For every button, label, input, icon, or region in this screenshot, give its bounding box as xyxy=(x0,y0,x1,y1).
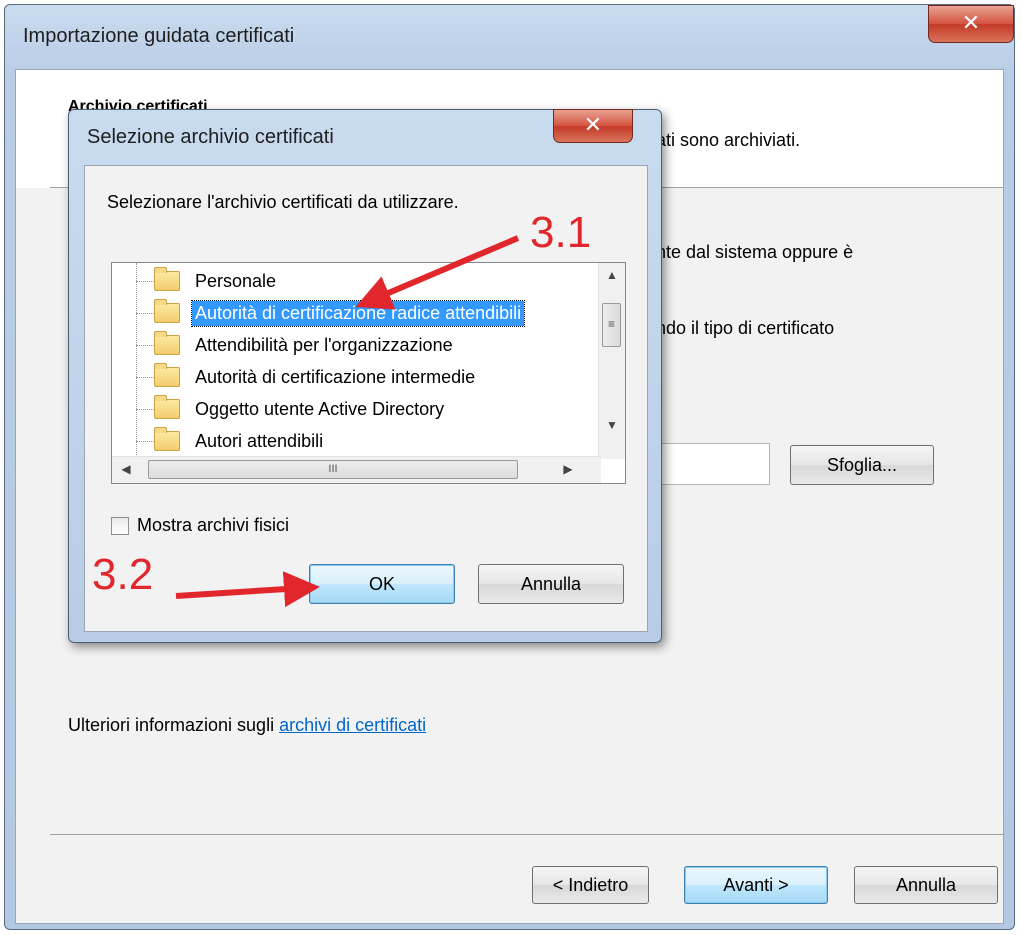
annotation-arrows xyxy=(175,235,520,608)
arrow-to-ok-button xyxy=(175,571,320,608)
arrow-to-trusted-root xyxy=(355,235,520,310)
